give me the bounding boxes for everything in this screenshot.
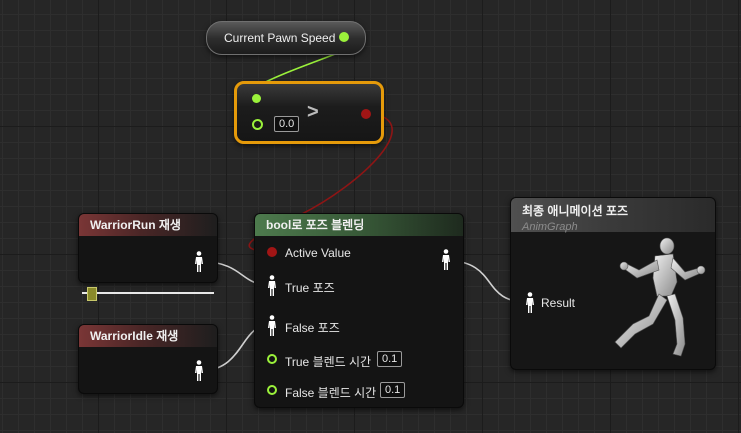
blend-node-title: bool로 포즈 블렌딩 <box>255 214 463 236</box>
current-pawn-speed-node[interactable]: Current Pawn Speed <box>206 21 366 55</box>
warrior-idle-title: WarriorIdle 재생 <box>79 325 217 347</box>
compare-node[interactable]: 0.0 > <box>234 81 384 144</box>
warrior-run-title: WarriorRun 재생 <box>79 214 217 236</box>
false-blend-time-pin[interactable] <box>267 385 277 395</box>
final-animation-pose-node[interactable]: 최종 애니메이션 포즈 AnimGraph Result <box>510 197 716 370</box>
true-blend-time-input[interactable]: 0.1 <box>377 351 403 367</box>
true-pose-label: True 포즈 <box>285 281 335 295</box>
active-value-pin[interactable] <box>267 247 277 257</box>
person-icon[interactable] <box>194 360 204 382</box>
play-rate-slider[interactable] <box>82 286 214 301</box>
person-icon[interactable] <box>194 251 204 273</box>
person-icon[interactable] <box>525 292 535 314</box>
float-input-pin-b[interactable] <box>252 119 263 130</box>
person-icon[interactable] <box>267 315 277 337</box>
running-mannequin-icon <box>614 237 706 357</box>
blend-poses-by-bool-node[interactable]: bool로 포즈 블렌딩 Active Value True 포즈 False … <box>254 213 464 408</box>
slider-track <box>82 292 214 294</box>
bool-output-pin[interactable] <box>361 109 371 119</box>
float-output-pin[interactable] <box>339 32 349 42</box>
warrior-idle-node[interactable]: WarriorIdle 재생 <box>78 324 218 394</box>
compare-value-input[interactable]: 0.0 <box>274 116 300 132</box>
person-icon[interactable] <box>267 275 277 297</box>
warrior-run-node[interactable]: WarriorRun 재생 <box>78 213 218 283</box>
result-label: Result <box>541 296 576 310</box>
float-input-pin-a[interactable] <box>252 94 261 103</box>
active-value-label: Active Value <box>285 246 351 260</box>
output-node-header: 최종 애니메이션 포즈 AnimGraph <box>511 198 715 233</box>
true-blend-time-pin[interactable] <box>267 354 277 364</box>
person-icon[interactable] <box>441 249 451 271</box>
output-node-title: 최종 애니메이션 포즈 <box>522 204 629 218</box>
output-node-subtitle: AnimGraph <box>522 221 578 233</box>
slider-handle[interactable] <box>87 287 97 301</box>
false-blend-time-label: False 블렌드 시간 <box>285 386 377 400</box>
false-blend-time-input[interactable]: 0.1 <box>380 382 406 398</box>
false-pose-label: False 포즈 <box>285 321 340 335</box>
true-blend-time-label: True 블렌드 시간 <box>285 355 372 369</box>
operator-label: > <box>307 101 319 123</box>
variable-label: Current Pawn Speed <box>224 31 336 45</box>
